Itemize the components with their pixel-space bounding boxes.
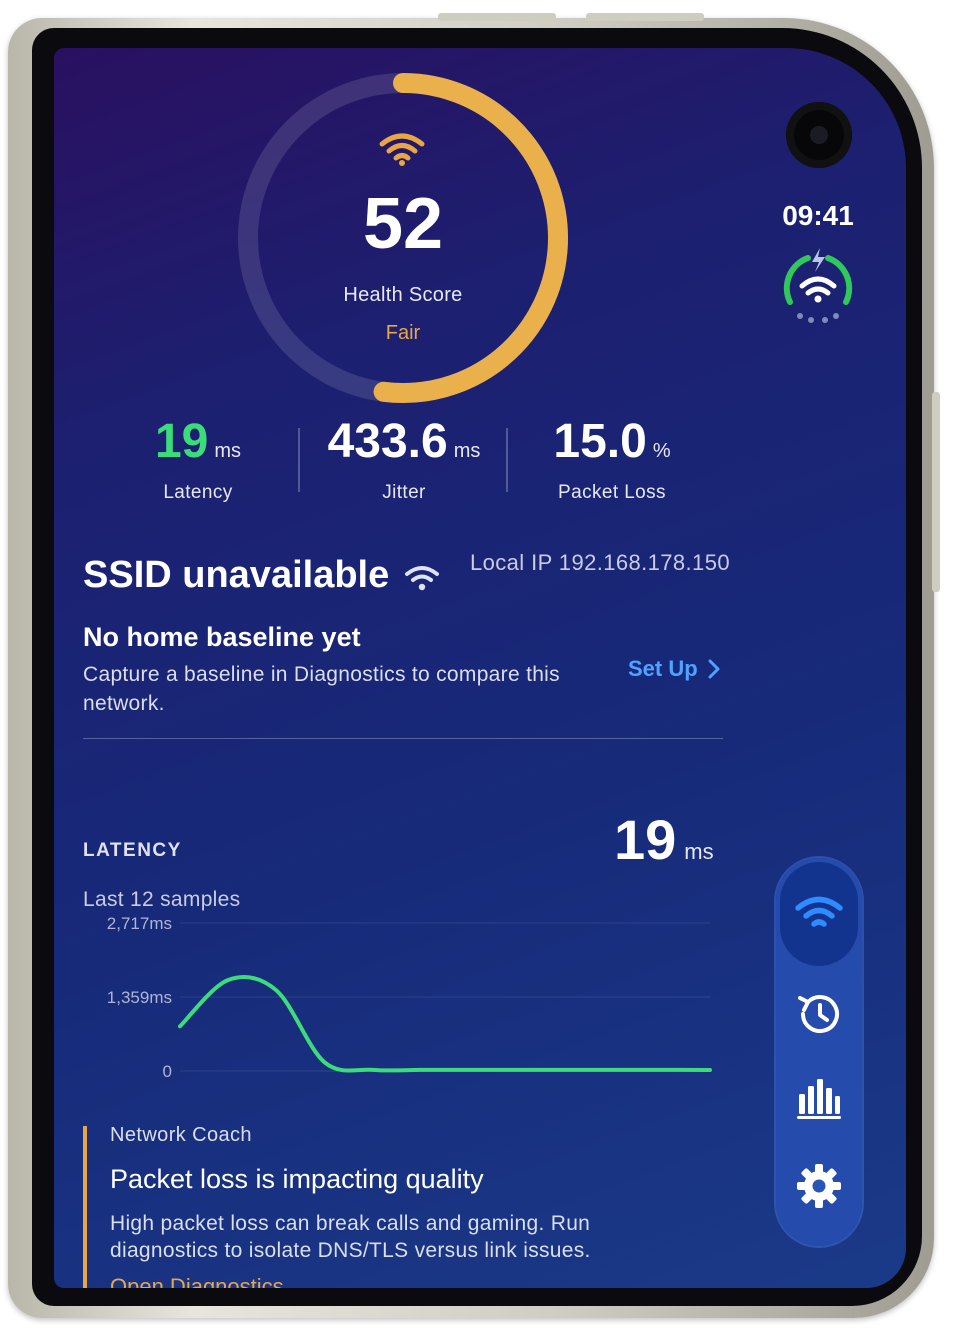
nav-item-settings[interactable]	[780, 1146, 858, 1226]
metric-latency-value: 19	[154, 415, 209, 468]
bar-chart-icon	[797, 1079, 841, 1119]
metric-divider	[506, 428, 508, 492]
metric-latency-unit: ms	[214, 440, 242, 462]
nav-item-network[interactable]	[780, 862, 858, 966]
metric-packet-loss-label: Packet Loss	[558, 482, 666, 503]
status-time: 09:41	[782, 200, 854, 231]
chevron-right-icon	[708, 659, 720, 679]
latency-current-value: 19 ms	[614, 808, 714, 884]
latency-chart: 2,717ms 1,359ms 0	[107, 914, 712, 1081]
chart-y-tick-label: 0	[163, 1062, 172, 1081]
metric-packet-loss-unit: %	[652, 440, 671, 462]
coach-label: Network Coach	[110, 1124, 252, 1146]
wifi-icon	[795, 896, 843, 927]
app-screen: 52 Health Score Fair 19 ms Latency 433.6 m…	[54, 48, 906, 1288]
hardware-button-top-left	[438, 13, 556, 21]
coach-description: High packet loss can break calls and gam…	[110, 1212, 591, 1262]
health-score-value: 52	[362, 184, 444, 264]
set-up-button[interactable]: Set Up	[628, 656, 720, 682]
metric-jitter-value: 433.6	[327, 415, 448, 468]
coach-accent-bar	[83, 1126, 87, 1288]
health-status: Fair	[385, 322, 421, 344]
baseline-title: No home baseline yet	[83, 622, 361, 652]
front-camera	[786, 102, 852, 168]
metric-packet-loss: 15.0% Packet Loss	[512, 416, 712, 504]
chart-y-tick-label: 1,359ms	[107, 988, 172, 1007]
latency-section-title: LATENCY	[83, 840, 182, 861]
metric-jitter-label: Jitter	[382, 482, 426, 503]
metric-jitter: 433.6 ms Jitter	[304, 416, 504, 504]
latency-value: 19	[614, 808, 677, 871]
hardware-button-side	[932, 392, 940, 592]
section-divider	[83, 738, 723, 739]
ssid-title: SSID unavailable	[83, 554, 390, 596]
wifi-icon	[405, 566, 439, 591]
wifi-icon	[379, 133, 425, 166]
latency-unit: ms	[684, 839, 714, 864]
metric-jitter-unit: ms	[453, 440, 481, 462]
charging-bolt-icon	[812, 248, 825, 272]
connection-status-ring	[783, 248, 853, 323]
baseline-description: Capture a baseline in Diagnostics to com…	[83, 663, 560, 715]
metric-latency-label: Latency	[163, 482, 233, 503]
latency-series-line	[178, 975, 712, 1073]
open-diagnostics-link[interactable]: Open Diagnostics	[110, 1274, 284, 1288]
metric-latency: 19 ms Latency	[98, 416, 298, 504]
gear-icon	[797, 1164, 841, 1208]
health-score-label: Health Score	[343, 284, 463, 306]
chart-y-tick-label: 2,717ms	[107, 914, 172, 933]
metric-divider	[298, 428, 300, 492]
set-up-label: Set Up	[628, 656, 698, 681]
metric-packet-loss-value: 15.0	[553, 415, 647, 468]
nav-item-history[interactable]	[780, 974, 858, 1054]
nav-item-stats[interactable]	[780, 1058, 858, 1138]
coach-title: Packet loss is impacting quality	[110, 1164, 484, 1194]
local-ip: Local IP 192.168.178.150	[470, 550, 730, 575]
hardware-button-top-right	[586, 13, 704, 21]
nav-rail	[776, 858, 862, 1246]
history-icon	[798, 995, 839, 1034]
